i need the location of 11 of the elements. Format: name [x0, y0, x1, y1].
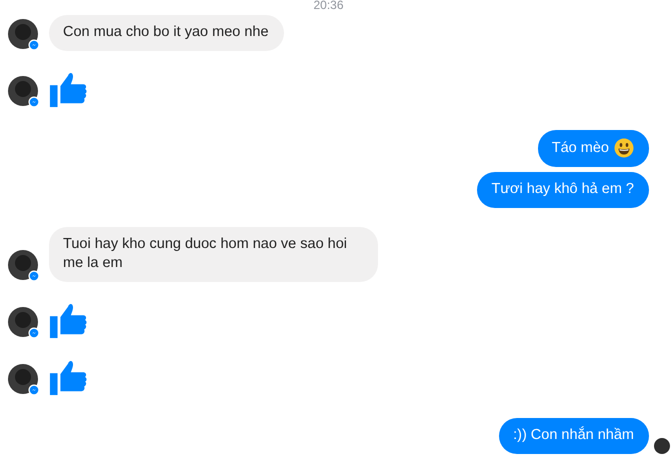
- avatar-icon[interactable]: [8, 19, 40, 51]
- message-bubble: Tươi hay khô hả em ?: [477, 172, 649, 208]
- message-bubble: Con mua cho bo it yao meo nhe: [49, 15, 284, 51]
- message-bubble: :)) Con nhắn nhầm: [499, 418, 649, 454]
- avatar-icon[interactable]: [8, 307, 40, 339]
- avatar-icon[interactable]: [8, 364, 40, 396]
- message-bubble: Táo mèo: [538, 130, 649, 167]
- avatar-icon[interactable]: [8, 250, 40, 282]
- timestamp: 20:36: [313, 0, 344, 11]
- message-bubble: Tuoi hay kho cung duoc hom nao ve sao hoi me la em: [49, 227, 378, 282]
- avatar-icon[interactable]: [8, 76, 40, 108]
